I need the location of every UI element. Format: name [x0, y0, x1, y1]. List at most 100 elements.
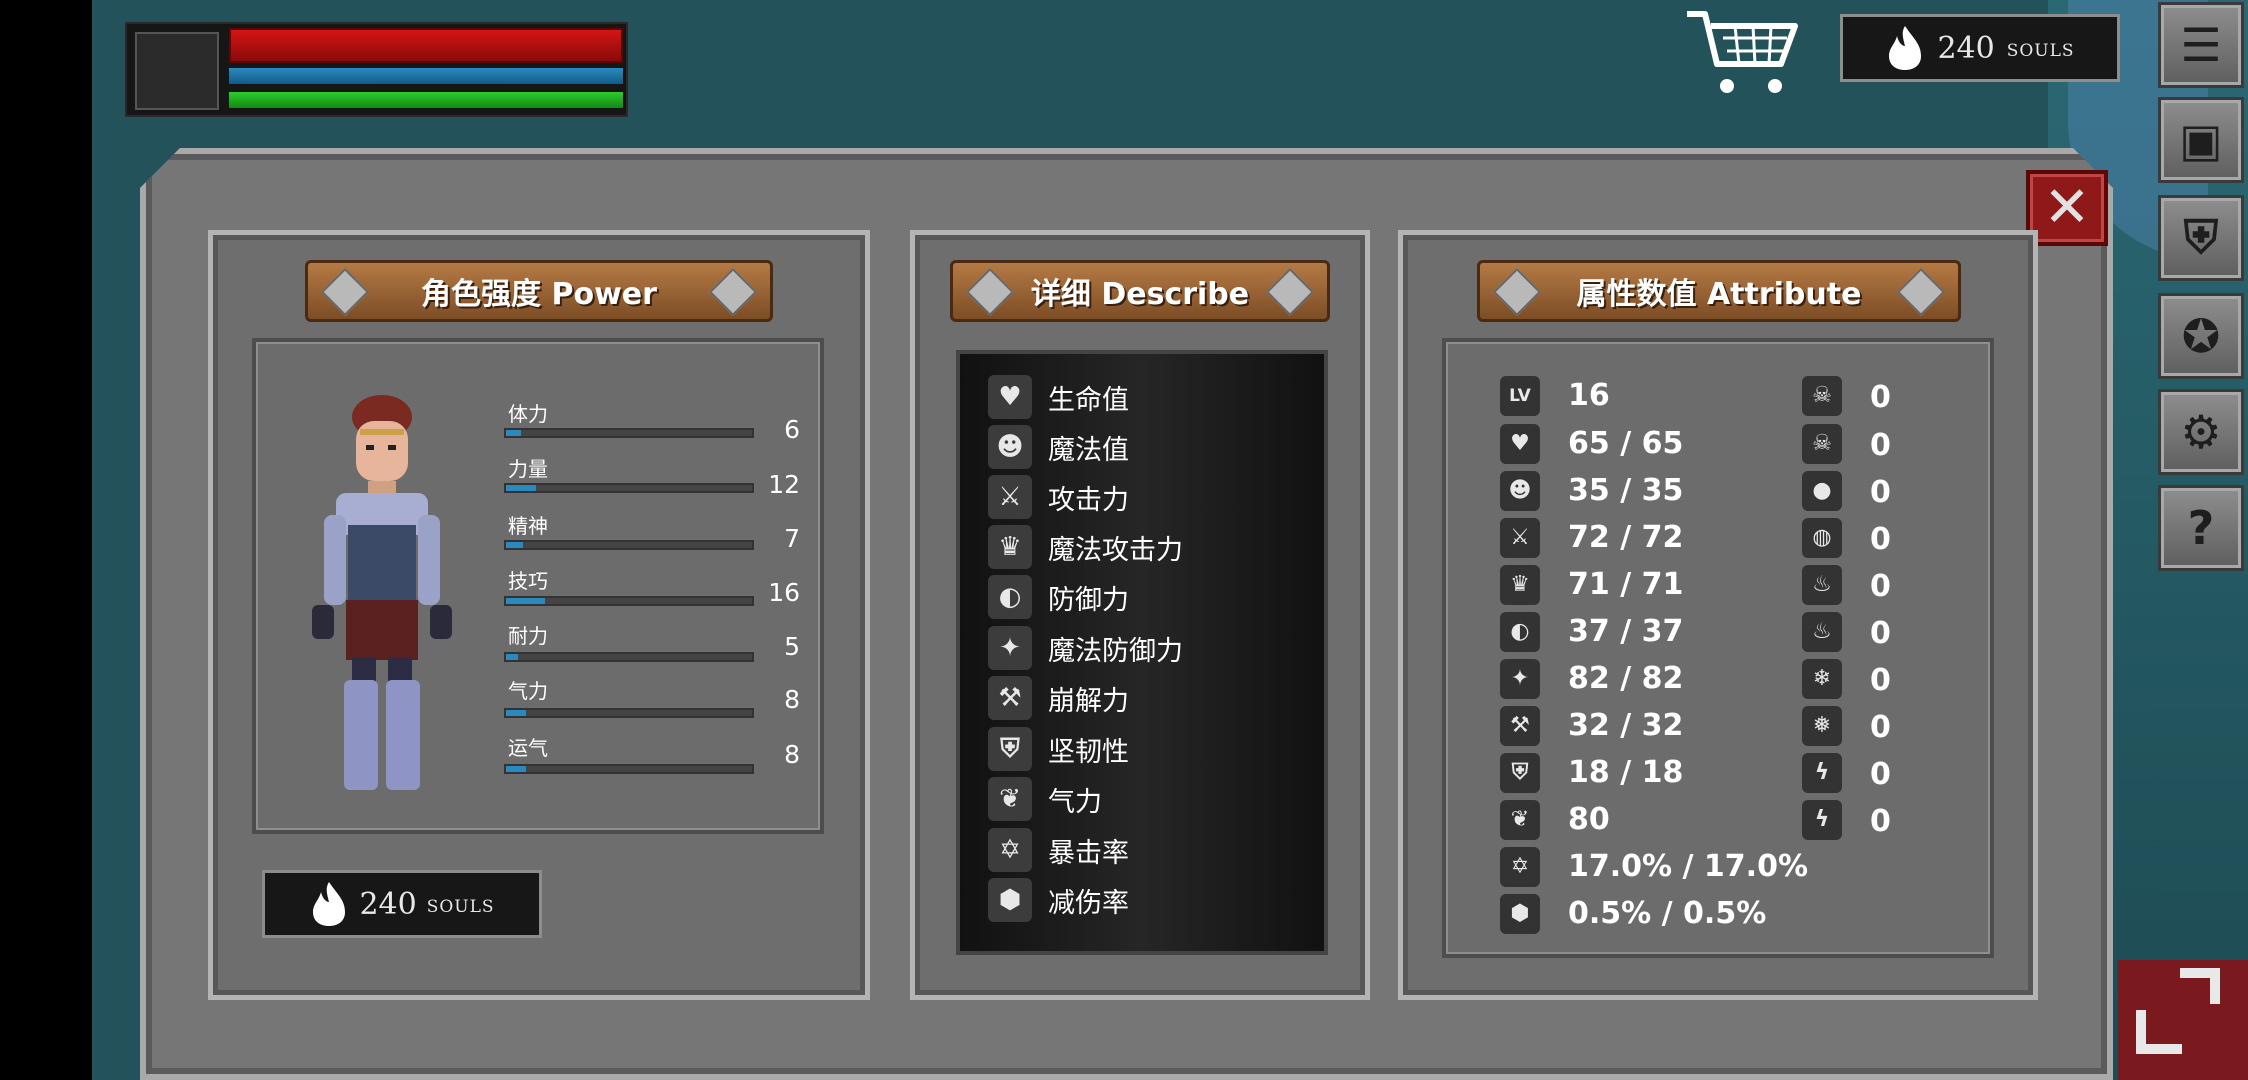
shop-cart-icon[interactable]: [1683, 6, 1803, 98]
stat-bar: [504, 483, 754, 493]
head-mind-icon: ☻: [988, 425, 1032, 469]
attribute-value-mp: 35 / 35: [1568, 473, 1684, 508]
stat-fill: [506, 766, 526, 772]
menu-list-button[interactable]: ☰: [2158, 2, 2244, 88]
screen-edge: [0, 0, 92, 1080]
magic-book-icon: ♛: [988, 525, 1032, 569]
stat-fill: [506, 598, 546, 604]
equipment-button[interactable]: ⛨: [2158, 195, 2244, 281]
stat-value: 5: [784, 632, 800, 661]
fire-icon: ♨: [1802, 565, 1842, 605]
level-icon: LV: [1500, 376, 1540, 416]
stat-bar: [504, 708, 754, 718]
magic-book-icon: ♛: [1500, 565, 1540, 605]
break-hammer-icon: ⚒: [988, 676, 1032, 720]
lungs-icon: ❦: [1500, 800, 1540, 840]
skull-poison-icon: ☠: [1802, 376, 1842, 416]
stat-fill: [506, 710, 526, 716]
stone-ornament: [1896, 267, 1946, 317]
player-portrait: [135, 32, 219, 110]
stat-bar: [504, 652, 754, 662]
describe-item: ✡ 暴击率: [988, 828, 1129, 872]
stat-fill: [506, 542, 524, 548]
corner-bracket-bottom: [2136, 1044, 2182, 1054]
souls-counter: 240 SOULS: [1840, 14, 2120, 82]
stat-fill: [506, 485, 536, 491]
describe-label: 生命值: [1048, 384, 1129, 416]
stat-label: 力量: [508, 457, 548, 481]
lightning-resist-icon: ϟ: [1802, 800, 1842, 840]
souls-label: SOULS: [2006, 41, 2075, 61]
describe-item: ⚔ 攻击力: [988, 475, 1129, 519]
power-title: 角色强度 Power: [421, 277, 657, 312]
stat-value: 7: [784, 524, 800, 553]
knight-helmet-icon: ⛨: [1500, 753, 1540, 793]
heart-icon: ♥: [1500, 424, 1540, 464]
magic-shield-icon: ✦: [988, 626, 1032, 670]
attribute-value-defense: 37 / 37: [1568, 614, 1684, 649]
stat-label: 气力: [508, 679, 548, 703]
frost-icon: ❄: [1802, 659, 1842, 699]
attribute-resist-value: 0: [1870, 428, 1891, 463]
stat-bar: [504, 428, 754, 438]
describe-label: 魔法防御力: [1048, 635, 1183, 667]
skills-button[interactable]: ✪: [2158, 293, 2244, 379]
attribute-value-magic-attack: 71 / 71: [1568, 567, 1684, 602]
settings-button[interactable]: ⚙: [2158, 389, 2244, 475]
stat-bar: [504, 540, 754, 550]
inventory-button[interactable]: ▣: [2158, 97, 2244, 183]
stat-label: 技巧: [508, 569, 548, 593]
attribute-resist-value: 0: [1870, 475, 1891, 510]
describe-item: ♛ 魔法攻击力: [988, 525, 1183, 569]
describe-label: 坚韧性: [1048, 736, 1129, 768]
character-model: [312, 395, 452, 790]
damage-reduce-icon: ⬢: [988, 878, 1032, 922]
stat-bar: [504, 596, 754, 606]
describe-label: 减伤率: [1048, 887, 1129, 919]
attribute-value-critical: 17.0% / 17.0%: [1568, 849, 1808, 884]
help-icon: ?: [2187, 501, 2215, 555]
settings-gear-icon: ⚙: [2180, 405, 2222, 459]
attribute-value-magic-defense: 82 / 82: [1568, 661, 1684, 696]
describe-item: ⬢ 减伤率: [988, 878, 1129, 922]
fire-resist-icon: ♨: [1802, 612, 1842, 652]
stat-label: 运气: [508, 736, 548, 760]
describe-label: 暴击率: [1048, 837, 1129, 869]
describe-item: ⚒ 崩解力: [988, 676, 1129, 720]
attribute-header: 属性数值 Attribute: [1477, 260, 1961, 322]
lightning-icon: ϟ: [1802, 753, 1842, 793]
magic-shield-icon: ✦: [1500, 659, 1540, 699]
close-button[interactable]: ✕: [2026, 170, 2108, 246]
attribute-resist-value: 0: [1870, 522, 1891, 557]
describe-label: 攻击力: [1048, 484, 1129, 516]
attribute-value-toughness: 18 / 18: [1568, 755, 1684, 790]
frost-resist-icon: ❅: [1802, 706, 1842, 746]
attribute-value-attack: 72 / 72: [1568, 520, 1684, 555]
power-souls-counter: 240 SOULS: [262, 870, 542, 938]
health-bar: [229, 28, 623, 63]
describe-label: 崩解力: [1048, 685, 1129, 717]
corner-bracket-top-side: [2210, 968, 2220, 1004]
describe-item: ❦ 气力: [988, 777, 1102, 821]
attribute-resist-value: 0: [1870, 663, 1891, 698]
describe-title: 详细 Describe: [1030, 277, 1250, 312]
stone-ornament: [708, 267, 758, 317]
bleed-resist-icon: ◍: [1802, 518, 1842, 558]
stat-fill: [506, 430, 521, 436]
critical-star-icon: ✡: [1500, 847, 1540, 887]
mana-bar: [229, 68, 623, 84]
sword-icon: ⚔: [988, 475, 1032, 519]
attribute-resist-value: 0: [1870, 804, 1891, 839]
attribute-value-hp: 65 / 65: [1568, 426, 1684, 461]
describe-header: 详细 Describe: [950, 260, 1330, 322]
help-button[interactable]: ?: [2158, 485, 2244, 571]
souls-value: 240: [359, 886, 417, 922]
helmet-icon: ⛨: [2183, 210, 2219, 264]
attribute-resist-value: 0: [1870, 616, 1891, 651]
break-hammer-icon: ⚒: [1500, 706, 1540, 746]
souls-label: SOULS: [426, 897, 495, 917]
describe-item: ◐ 防御力: [988, 575, 1129, 619]
attribute-value-break: 32 / 32: [1568, 708, 1684, 743]
stat-fill: [506, 654, 519, 660]
close-icon: ✕: [2043, 175, 2091, 240]
